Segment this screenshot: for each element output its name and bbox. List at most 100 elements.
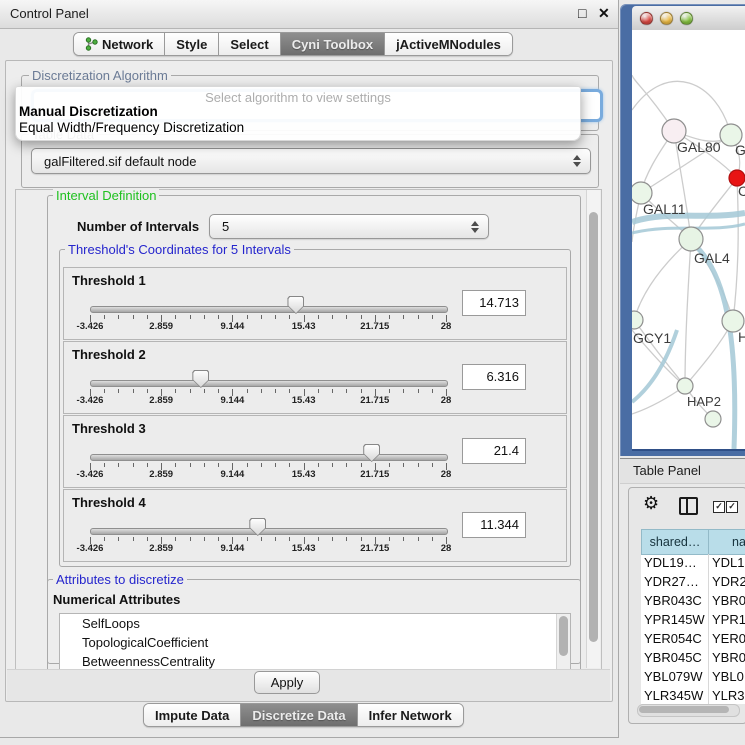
horizontal-scrollbar[interactable] — [637, 704, 740, 717]
tab-select[interactable]: Select — [218, 33, 279, 55]
slider-track[interactable] — [90, 528, 448, 535]
scale-label: -3.426 — [77, 395, 104, 406]
float-window-icon[interactable]: □ — [578, 5, 586, 21]
list-scrollbar[interactable] — [556, 614, 570, 672]
name-cell[interactable]: YBR0 — [712, 593, 745, 608]
scrollbar-thumb[interactable] — [589, 212, 598, 642]
shared-name-cell[interactable]: YDR27… — [644, 574, 706, 589]
network-edge[interactable] — [685, 239, 691, 386]
threshold-value-field[interactable]: 21.4 — [462, 438, 526, 464]
tick-mark — [218, 389, 219, 393]
scrollbar-thumb[interactable] — [639, 706, 729, 713]
network-view-window: GAL80GACGAL11GAL4GCY1HHAP2 — [620, 4, 745, 456]
threshold-label: Threshold 2 — [72, 347, 146, 362]
node-label: H — [738, 329, 745, 345]
scale-label: 15.43 — [292, 395, 316, 406]
split-panel-icon[interactable] — [679, 497, 698, 515]
threshold-row-4: Threshold 4-3.4262.8599.14415.4321.71528… — [63, 489, 567, 562]
tick-mark — [218, 315, 219, 319]
table-row[interactable]: YLR345W YLR3 — [641, 687, 745, 704]
scale-label: 28 — [441, 543, 452, 554]
tab-network[interactable]: Network — [74, 33, 164, 55]
close-icon[interactable]: ✕ — [598, 5, 610, 22]
apply-button[interactable]: Apply — [254, 671, 320, 694]
column-header-name[interactable]: na — [708, 529, 745, 555]
tab-cyni-toolbox[interactable]: Cyni Toolbox — [280, 33, 384, 55]
tick-mark — [432, 463, 433, 467]
table-row[interactable]: YDR27… YDR2 — [641, 573, 745, 592]
shared-name-cell[interactable]: YBL079W — [644, 669, 706, 684]
slider-track[interactable] — [90, 306, 448, 313]
shared-name-cell[interactable]: YLR345W — [644, 688, 706, 703]
tab-impute-data[interactable]: Impute Data — [144, 704, 240, 726]
tick-mark — [418, 315, 419, 319]
shared-name-cell[interactable]: YPR145W — [644, 612, 706, 627]
tab-style[interactable]: Style — [164, 33, 218, 55]
tick-mark — [346, 315, 347, 319]
name-cell[interactable]: YBR0 — [712, 650, 745, 665]
name-cell[interactable]: YPR1 — [712, 612, 745, 627]
table-data-combobox[interactable]: galFiltered.sif default node — [31, 148, 591, 174]
tab-infer-network[interactable]: Infer Network — [357, 704, 463, 726]
network-edge[interactable] — [733, 178, 738, 321]
shared-name-cell[interactable]: YBR045C — [644, 650, 706, 665]
tick-mark — [133, 389, 134, 393]
table-row[interactable]: YBL079W YBL0 — [641, 668, 745, 687]
popup-option-manual-discretization[interactable]: Manual Discretization — [19, 104, 158, 119]
scale-label: 15.43 — [292, 469, 316, 480]
minimize-traffic-light-icon[interactable] — [660, 12, 673, 25]
table-row[interactable]: YBR045C YBR0 — [641, 649, 745, 668]
checkbox-icon[interactable]: ✓ — [713, 501, 725, 513]
slider-track[interactable] — [90, 454, 448, 461]
network-edge[interactable] — [634, 239, 691, 320]
network-node[interactable] — [632, 311, 643, 329]
network-node[interactable] — [677, 378, 693, 394]
table-row[interactable]: YER054C YER0 — [641, 630, 745, 649]
tick-mark — [389, 315, 390, 319]
network-edge[interactable] — [685, 321, 733, 386]
shared-name-cell[interactable]: YER054C — [644, 631, 706, 646]
scale-label: 21.715 — [360, 543, 389, 554]
shared-name-cell[interactable]: YDL19… — [644, 555, 706, 570]
table-row[interactable]: YDL19… YDL1 — [641, 554, 745, 573]
scrollbar-thumb[interactable] — [559, 616, 568, 656]
scale-label: 28 — [441, 321, 452, 332]
name-cell[interactable]: YDR2 — [712, 574, 745, 589]
name-cell[interactable]: YLR3 — [712, 688, 745, 703]
tick-mark — [275, 463, 276, 467]
threshold-value-field[interactable]: 11.344 — [462, 512, 526, 538]
popup-option-equal-width[interactable]: Equal Width/Frequency Discretization — [19, 120, 244, 135]
tick-mark — [118, 463, 119, 467]
network-canvas[interactable]: GAL80GACGAL11GAL4GCY1HHAP2 — [632, 30, 745, 449]
network-node[interactable] — [705, 411, 721, 427]
zoom-traffic-light-icon[interactable] — [680, 12, 693, 25]
close-traffic-light-icon[interactable] — [640, 12, 653, 25]
number-of-intervals-combobox[interactable]: 5 — [209, 214, 489, 239]
checkbox-icon[interactable]: ✓ — [726, 501, 738, 513]
slider-track[interactable] — [90, 380, 448, 387]
node-label: GCY1 — [633, 330, 671, 346]
threshold-value-field[interactable]: 14.713 — [462, 290, 526, 316]
tab-jactivemnodules[interactable]: jActiveMNodules — [384, 33, 512, 55]
gear-icon[interactable]: ⚙ — [643, 493, 659, 514]
column-header-shared-name[interactable]: shared… — [641, 529, 709, 555]
tab-discretize-data[interactable]: Discretize Data — [240, 704, 356, 726]
table-row[interactable]: YBR043C YBR0 — [641, 592, 745, 611]
attribute-list-item[interactable]: SelfLoops — [60, 614, 570, 633]
numerical-attributes-list[interactable]: SelfLoopsTopologicalCoefficientBetweenne… — [59, 613, 571, 673]
table-row[interactable]: YPR145W YPR1 — [641, 611, 745, 630]
tick-mark — [247, 537, 248, 541]
threshold-value-field[interactable]: 6.316 — [462, 364, 526, 390]
scale-label: 9.144 — [221, 321, 245, 332]
network-node[interactable] — [679, 227, 703, 251]
vertical-scrollbar[interactable] — [586, 190, 600, 668]
network-edge[interactable] — [632, 386, 685, 414]
name-cell[interactable]: YDL1 — [712, 555, 745, 570]
scale-label: -3.426 — [77, 469, 104, 480]
scale-label: 28 — [441, 395, 452, 406]
attribute-list-item[interactable]: TopologicalCoefficient — [60, 633, 570, 652]
name-cell[interactable]: YER0 — [712, 631, 745, 646]
combo-arrows-icon — [471, 221, 479, 233]
shared-name-cell[interactable]: YBR043C — [644, 593, 706, 608]
name-cell[interactable]: YBL0 — [712, 669, 745, 684]
